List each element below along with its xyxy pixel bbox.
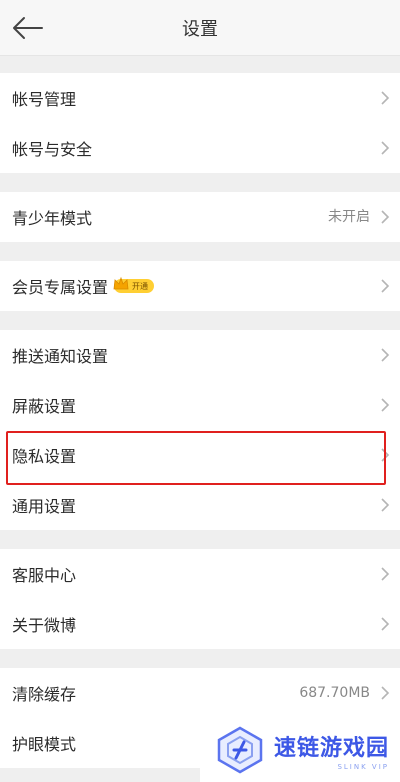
page-title: 设置 bbox=[182, 18, 218, 40]
member-settings-label: 会员专属设置 bbox=[12, 278, 109, 297]
chevron-right-icon bbox=[381, 498, 390, 512]
cache-size: 687.70MB bbox=[299, 685, 370, 701]
watermark-logo-icon bbox=[217, 726, 263, 774]
account-management-label: 帐号管理 bbox=[12, 90, 77, 109]
about-weibo-label: 关于微博 bbox=[12, 616, 77, 635]
watermark-overlay: 速链游戏园 SLINK VIP bbox=[200, 718, 400, 782]
clear-cache-label: 清除缓存 bbox=[12, 685, 77, 704]
chevron-right-icon bbox=[381, 141, 390, 155]
chevron-right-icon bbox=[381, 448, 390, 462]
chevron-right-icon bbox=[381, 617, 390, 631]
chevron-right-icon bbox=[381, 279, 390, 293]
support-group: 客服中心 关于微博 bbox=[0, 549, 400, 649]
youth-mode-label: 青少年模式 bbox=[12, 209, 93, 228]
account-security-item[interactable]: 帐号与安全 bbox=[0, 123, 400, 173]
block-settings-label: 屏蔽设置 bbox=[12, 397, 77, 416]
push-notification-item[interactable]: 推送通知设置 bbox=[0, 330, 400, 380]
account-group: 帐号管理 帐号与安全 bbox=[0, 73, 400, 173]
account-management-item[interactable]: 帐号管理 bbox=[0, 73, 400, 123]
general-settings-label: 通用设置 bbox=[12, 497, 77, 516]
vip-badge-text: 开通 bbox=[132, 281, 149, 291]
youth-group: 青少年模式 未开启 bbox=[0, 192, 400, 242]
top-bar: 设置 bbox=[0, 0, 400, 56]
vip-badge: 开通 bbox=[113, 276, 155, 293]
block-settings-item[interactable]: 屏蔽设置 bbox=[0, 380, 400, 430]
privacy-settings-item[interactable]: 隐私设置 bbox=[0, 430, 400, 480]
youth-mode-item[interactable]: 青少年模式 未开启 bbox=[0, 192, 400, 242]
eye-protection-label: 护眼模式 bbox=[12, 735, 77, 754]
member-settings-item[interactable]: 会员专属设置 开通 bbox=[0, 261, 400, 311]
watermark-text: 速链游戏园 SLINK VIP bbox=[274, 730, 389, 771]
clear-cache-item[interactable]: 清除缓存 687.70MB bbox=[0, 668, 400, 718]
youth-mode-status: 未开启 bbox=[328, 209, 370, 225]
chevron-right-icon bbox=[381, 91, 390, 105]
chevron-right-icon bbox=[381, 398, 390, 412]
push-notification-label: 推送通知设置 bbox=[12, 347, 109, 366]
watermark-title: 速链游戏园 bbox=[274, 735, 390, 761]
chevron-right-icon bbox=[381, 210, 390, 224]
chevron-right-icon bbox=[381, 348, 390, 362]
watermark-subtitle: SLINK VIP bbox=[337, 762, 390, 771]
privacy-settings-label: 隐私设置 bbox=[12, 447, 77, 466]
chevron-right-icon bbox=[381, 686, 390, 700]
crown-icon bbox=[113, 276, 129, 290]
chevron-right-icon bbox=[381, 567, 390, 581]
general-group: 推送通知设置 屏蔽设置 隐私设置 通用设置 bbox=[0, 330, 400, 530]
general-settings-item[interactable]: 通用设置 bbox=[0, 480, 400, 530]
account-security-label: 帐号与安全 bbox=[12, 140, 93, 159]
about-weibo-item[interactable]: 关于微博 bbox=[0, 599, 400, 649]
back-arrow-icon[interactable] bbox=[10, 12, 46, 44]
member-group: 会员专属设置 开通 bbox=[0, 261, 400, 311]
customer-service-label: 客服中心 bbox=[12, 566, 77, 585]
customer-service-item[interactable]: 客服中心 bbox=[0, 549, 400, 599]
